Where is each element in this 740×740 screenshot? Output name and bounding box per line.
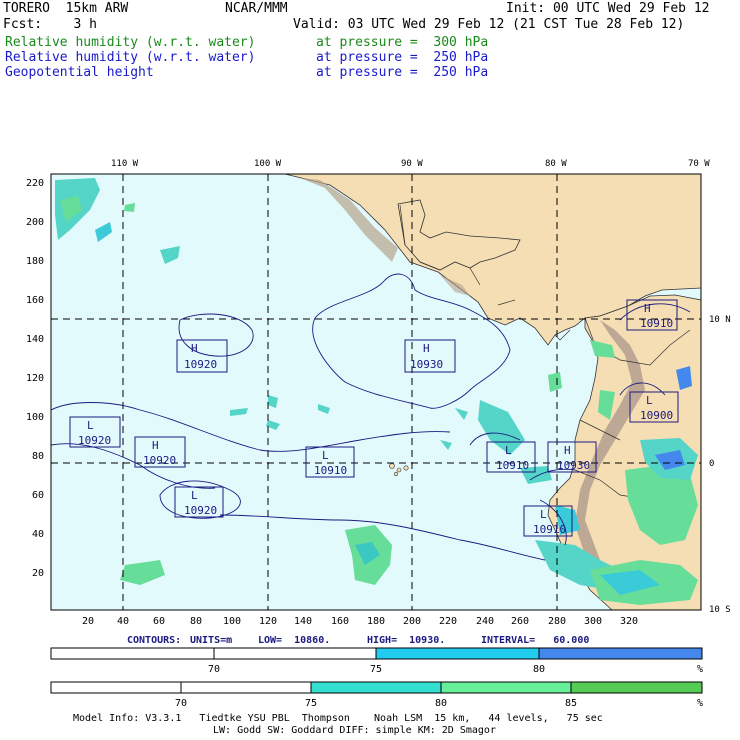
contours-units: UNITS=m bbox=[190, 635, 233, 646]
svg-text:H: H bbox=[644, 302, 651, 315]
svg-text:40: 40 bbox=[117, 616, 129, 627]
svg-text:80: 80 bbox=[533, 664, 545, 675]
svg-text:10910: 10910 bbox=[640, 317, 673, 330]
svg-text:80: 80 bbox=[32, 451, 44, 462]
svg-text:10930: 10930 bbox=[557, 459, 590, 472]
svg-text:320: 320 bbox=[620, 616, 638, 627]
svg-text:20: 20 bbox=[32, 568, 44, 579]
svg-text:L: L bbox=[191, 489, 198, 502]
svg-text:75: 75 bbox=[370, 664, 382, 675]
svg-text:10920: 10920 bbox=[143, 454, 176, 467]
svg-text:H: H bbox=[423, 342, 430, 355]
svg-text:L: L bbox=[87, 419, 94, 432]
svg-text:60: 60 bbox=[153, 616, 165, 627]
svg-text:120: 120 bbox=[26, 373, 44, 384]
svg-text:L: L bbox=[322, 449, 329, 462]
svg-text:160: 160 bbox=[331, 616, 349, 627]
lon-label-110w: 110 W bbox=[111, 159, 139, 169]
svg-text:300: 300 bbox=[584, 616, 602, 627]
contours-high: HIGH= 10930. bbox=[367, 635, 446, 646]
svg-text:L: L bbox=[505, 444, 512, 457]
svg-text:10 S: 10 S bbox=[709, 605, 731, 615]
svg-text:10910: 10910 bbox=[533, 523, 566, 536]
svg-text:180: 180 bbox=[26, 256, 44, 267]
svg-text:10910: 10910 bbox=[314, 464, 347, 477]
svg-text:10900: 10900 bbox=[640, 409, 673, 422]
svg-text:140: 140 bbox=[294, 616, 312, 627]
svg-text:L: L bbox=[646, 394, 653, 407]
svg-text:100: 100 bbox=[223, 616, 241, 627]
svg-text:120: 120 bbox=[259, 616, 277, 627]
svg-text:%: % bbox=[697, 698, 703, 709]
contours-interval: INTERVAL= 60.000 bbox=[481, 635, 590, 646]
svg-text:140: 140 bbox=[26, 334, 44, 345]
right-axis: 10 N 0 10 S bbox=[709, 315, 731, 615]
svg-text:200: 200 bbox=[403, 616, 421, 627]
svg-text:10930: 10930 bbox=[410, 358, 443, 371]
lon-label-80w: 80 W bbox=[545, 159, 567, 169]
svg-text:70: 70 bbox=[175, 698, 187, 709]
lon-label-90w: 90 W bbox=[401, 159, 423, 169]
svg-text:80: 80 bbox=[190, 616, 202, 627]
colorbar-250hpa: 70 75 80 % bbox=[50, 647, 703, 675]
svg-text:10920: 10920 bbox=[184, 358, 217, 371]
model-info-line2: LW: Godd SW: Goddard DIFF: simple KM: 2D… bbox=[213, 725, 496, 736]
svg-text:H: H bbox=[152, 439, 159, 452]
svg-text:60: 60 bbox=[32, 490, 44, 501]
lon-label-100w: 100 W bbox=[254, 159, 282, 169]
bottom-axis: 20 40 60 80 100 120 140 160 180 200 220 … bbox=[82, 616, 638, 627]
svg-text:220: 220 bbox=[439, 616, 457, 627]
svg-text:H: H bbox=[191, 342, 198, 355]
weather-map: 110 W 100 W 90 W 80 W 70 W H10920 H10930… bbox=[26, 159, 731, 627]
svg-text:280: 280 bbox=[548, 616, 566, 627]
svg-text:240: 240 bbox=[476, 616, 494, 627]
left-axis: 220 200 180 160 140 120 100 80 60 40 20 bbox=[26, 178, 44, 579]
svg-text:70: 70 bbox=[208, 664, 220, 675]
svg-text:75: 75 bbox=[305, 698, 317, 709]
svg-text:180: 180 bbox=[367, 616, 385, 627]
svg-text:0: 0 bbox=[709, 459, 714, 469]
svg-text:L: L bbox=[540, 508, 547, 521]
svg-text:100: 100 bbox=[26, 412, 44, 423]
svg-text:80: 80 bbox=[435, 698, 447, 709]
svg-text:220: 220 bbox=[26, 178, 44, 189]
svg-text:%: % bbox=[697, 664, 703, 675]
model-info-line1: Model Info: V3.3.1 Tiedtke YSU PBL Thomp… bbox=[73, 713, 603, 724]
contours-low: LOW= 10860. bbox=[258, 635, 331, 646]
colorbar-300hpa: 70 75 80 85 % bbox=[50, 681, 703, 709]
svg-text:85: 85 bbox=[565, 698, 577, 709]
lon-label-70w: 70 W bbox=[688, 159, 710, 169]
svg-text:10910: 10910 bbox=[496, 459, 529, 472]
svg-text:20: 20 bbox=[82, 616, 94, 627]
svg-text:160: 160 bbox=[26, 295, 44, 306]
svg-text:H: H bbox=[564, 444, 571, 457]
svg-text:40: 40 bbox=[32, 529, 44, 540]
svg-text:10920: 10920 bbox=[184, 504, 217, 517]
contours-label: CONTOURS: bbox=[127, 635, 182, 646]
svg-text:260: 260 bbox=[511, 616, 529, 627]
svg-text:10 N: 10 N bbox=[709, 315, 731, 325]
svg-text:200: 200 bbox=[26, 217, 44, 228]
svg-text:10920: 10920 bbox=[78, 434, 111, 447]
